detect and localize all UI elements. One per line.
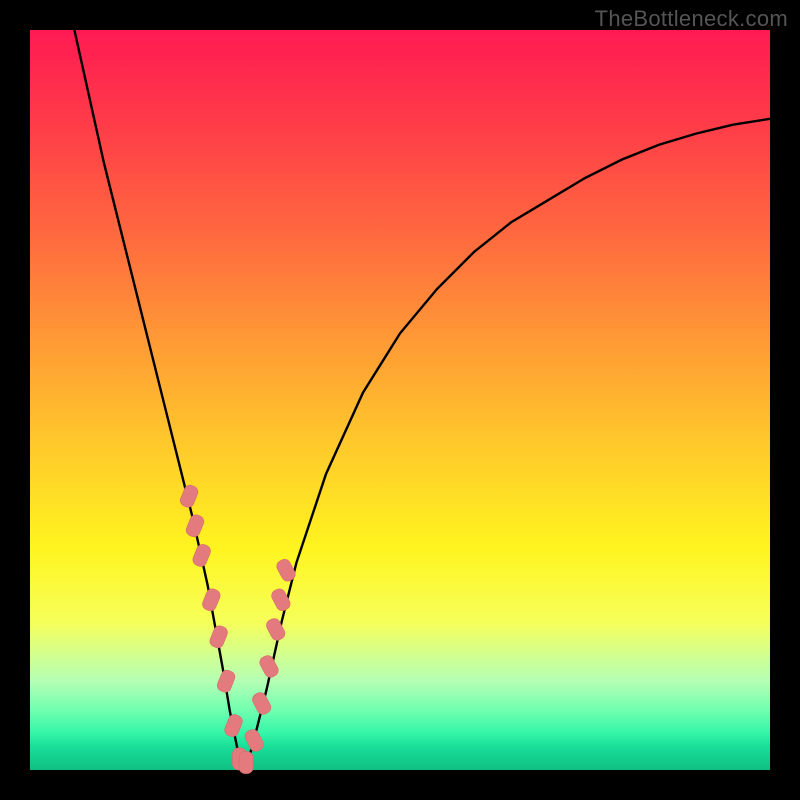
highlight-marker [250,690,273,716]
highlight-marker [208,624,229,650]
highlight-marker [191,543,212,569]
highlight-marker [184,513,205,539]
highlight-marker [201,587,222,613]
highlight-marker [178,483,199,509]
chart-frame: TheBottleneck.com [0,0,800,800]
bottleneck-curve [74,30,770,770]
highlight-marker [223,713,244,739]
highlight-marker [239,752,253,774]
highlight-marker [243,727,266,753]
highlight-markers [178,483,297,773]
highlight-marker [215,668,236,694]
highlight-marker [264,616,287,642]
watermark-text: TheBottleneck.com [595,6,788,32]
plot-area [30,30,770,770]
highlight-marker [258,653,281,679]
highlight-marker [275,557,298,583]
bottleneck-curve-svg [30,30,770,770]
